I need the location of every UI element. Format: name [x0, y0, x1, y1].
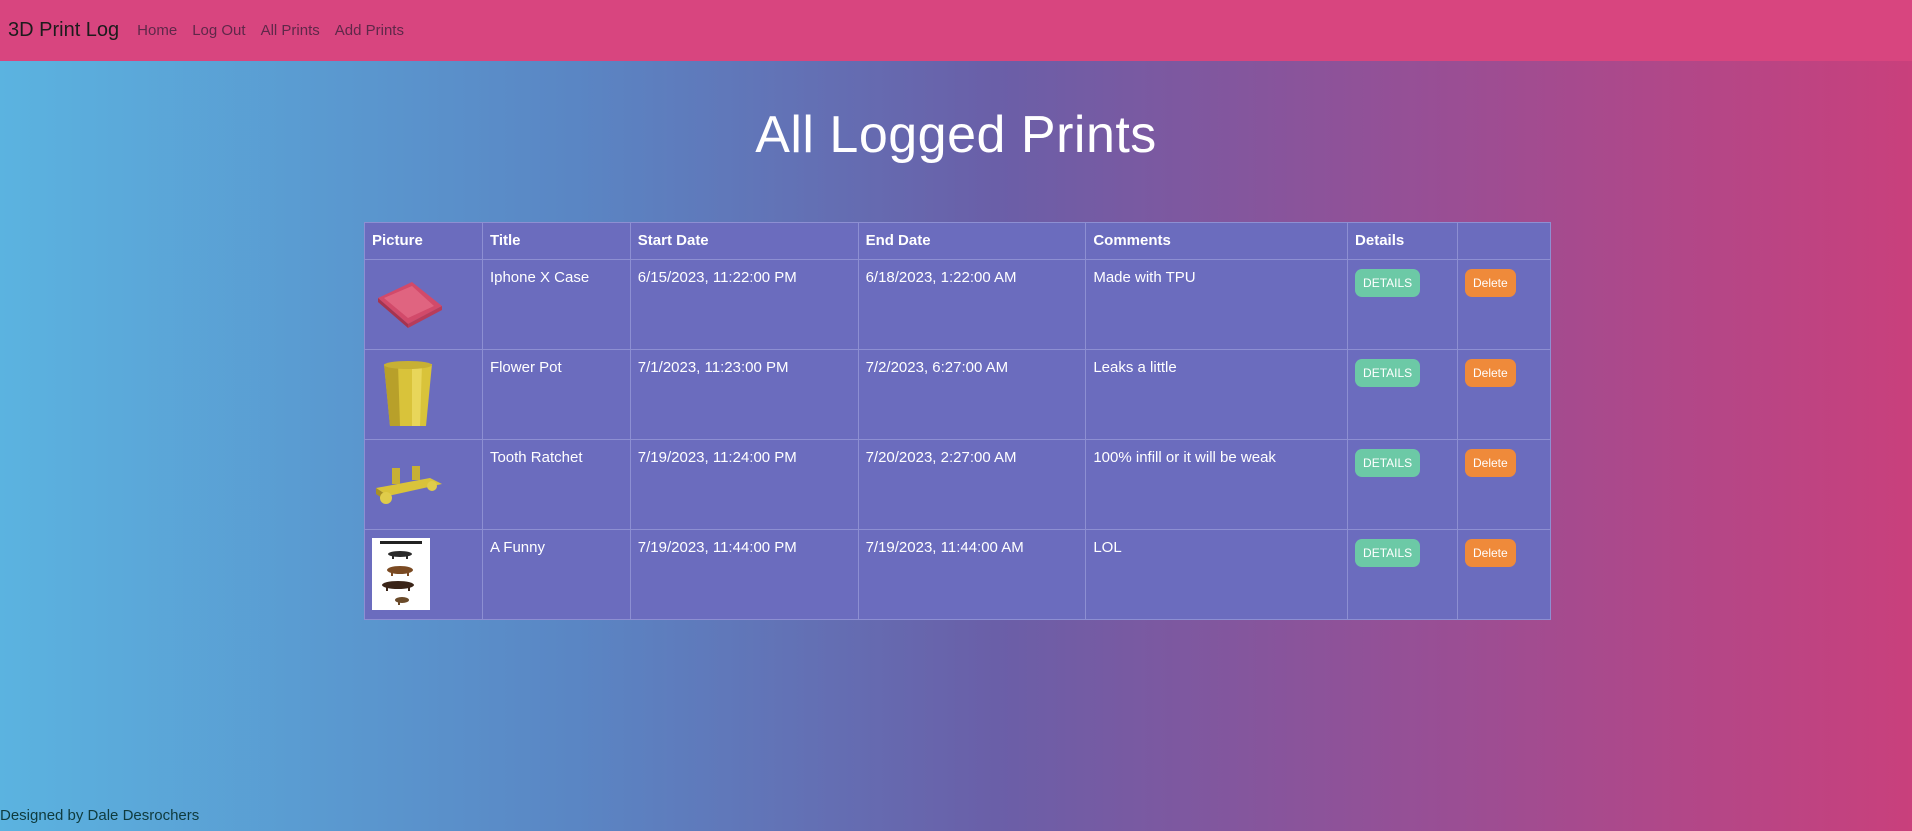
- navbar: 3D Print Log Home Log Out All Prints Add…: [0, 0, 1912, 61]
- end-date-cell: 7/20/2023, 2:27:00 AM: [857, 439, 1087, 530]
- prints-table: Picture Title Start Date End Date Commen…: [364, 222, 1552, 620]
- title-cell: Iphone X Case: [481, 259, 631, 350]
- table-row: Tooth Ratchet 7/19/2023, 11:24:00 PM 7/2…: [364, 439, 1552, 530]
- start-date-cell: 7/1/2023, 11:23:00 PM: [629, 349, 859, 440]
- column-header-actions: [1456, 222, 1552, 260]
- delete-button[interactable]: Delete: [1464, 539, 1516, 567]
- details-cell: DETAILS: [1347, 349, 1458, 440]
- picture-cell: [364, 529, 483, 620]
- comments-cell: LOL: [1085, 529, 1349, 620]
- phone-case-icon[interactable]: [372, 268, 444, 340]
- comments-cell: Leaks a little: [1085, 349, 1349, 440]
- ratchet-icon[interactable]: [372, 448, 444, 520]
- table-header-row: Picture Title Start Date End Date Commen…: [364, 222, 1552, 260]
- end-date-cell: 7/19/2023, 11:44:00 AM: [857, 529, 1087, 620]
- column-header-end-date: End Date: [857, 222, 1087, 260]
- delete-cell: Delete: [1456, 529, 1552, 620]
- page-title: All Logged Prints: [755, 106, 1157, 164]
- column-header-start-date: Start Date: [629, 222, 859, 260]
- table-row: Flower Pot 7/1/2023, 11:23:00 PM 7/2/202…: [364, 349, 1552, 440]
- picture-cell: [364, 259, 483, 350]
- vase-icon[interactable]: [372, 358, 444, 430]
- start-date-cell: 7/19/2023, 11:24:00 PM: [629, 439, 859, 530]
- nav-link-home[interactable]: Home: [137, 22, 177, 39]
- column-header-picture: Picture: [364, 222, 483, 260]
- nav-link-all-prints[interactable]: All Prints: [261, 22, 320, 39]
- title-cell: A Funny: [481, 529, 631, 620]
- footer-credit: Designed by Dale Desrochers: [0, 807, 200, 824]
- details-cell: DETAILS: [1347, 529, 1458, 620]
- details-button[interactable]: DETAILS: [1355, 449, 1421, 477]
- details-button[interactable]: DETAILS: [1355, 539, 1421, 567]
- column-header-title: Title: [481, 222, 631, 260]
- start-date-cell: 6/15/2023, 11:22:00 PM: [629, 259, 859, 350]
- delete-cell: Delete: [1456, 439, 1552, 530]
- comments-cell: 100% infill or it will be weak: [1085, 439, 1349, 530]
- delete-button[interactable]: Delete: [1464, 269, 1516, 297]
- end-date-cell: 6/18/2023, 1:22:00 AM: [857, 259, 1087, 350]
- title-cell: Flower Pot: [481, 349, 631, 440]
- brand-logo[interactable]: 3D Print Log: [8, 19, 119, 42]
- details-button[interactable]: DETAILS: [1355, 269, 1421, 297]
- table-row: A Funny 7/19/2023, 11:44:00 PM 7/19/2023…: [364, 529, 1552, 620]
- picture-cell: [364, 349, 483, 440]
- nav-link-add-prints[interactable]: Add Prints: [335, 22, 404, 39]
- delete-button[interactable]: Delete: [1464, 359, 1516, 387]
- details-button[interactable]: DETAILS: [1355, 359, 1421, 387]
- details-cell: DETAILS: [1347, 259, 1458, 350]
- end-date-cell: 7/2/2023, 6:27:00 AM: [857, 349, 1087, 440]
- start-date-cell: 7/19/2023, 11:44:00 PM: [629, 529, 859, 620]
- table-row: Iphone X Case 6/15/2023, 11:22:00 PM 6/1…: [364, 259, 1552, 350]
- comments-cell: Made with TPU: [1085, 259, 1349, 350]
- details-cell: DETAILS: [1347, 439, 1458, 530]
- column-header-details: Details: [1347, 222, 1458, 260]
- title-cell: Tooth Ratchet: [481, 439, 631, 530]
- delete-button[interactable]: Delete: [1464, 449, 1516, 477]
- delete-cell: Delete: [1456, 259, 1552, 350]
- nav-link-logout[interactable]: Log Out: [192, 22, 245, 39]
- column-header-comments: Comments: [1085, 222, 1349, 260]
- delete-cell: Delete: [1456, 349, 1552, 440]
- dog-poster-icon[interactable]: [372, 538, 444, 610]
- picture-cell: [364, 439, 483, 530]
